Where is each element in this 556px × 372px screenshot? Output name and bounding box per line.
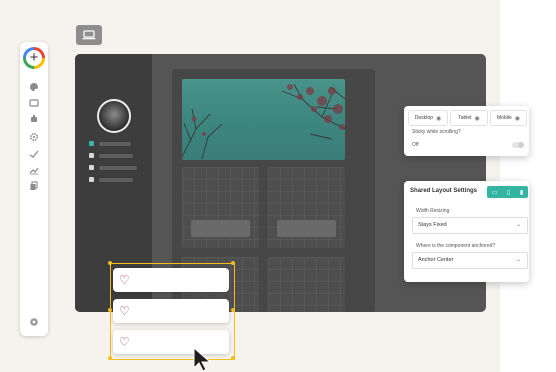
chevron-down-icon: ⌄ <box>515 257 521 263</box>
anchor-select[interactable]: Anchor Center ⌄ <box>412 252 528 269</box>
width-select[interactable]: Stays Fixed ⌄ <box>412 217 528 234</box>
viewport-switcher[interactable]: ▭ ▯ ▮ <box>487 186 528 198</box>
editor-toolbar: + <box>20 42 48 336</box>
hero-image <box>182 79 345 160</box>
heart-icon[interactable]: ♡ <box>119 304 130 318</box>
favorite-card[interactable]: ♡ <box>113 268 229 292</box>
chat-icon <box>89 165 94 170</box>
laptop-view-button[interactable] <box>76 25 102 45</box>
content-card[interactable] <box>268 167 345 248</box>
tab-desktop[interactable]: Desktop ◉ <box>408 110 448 126</box>
chevron-down-icon: ⌄ <box>515 222 521 228</box>
panel-title: Shared Layout Settings <box>410 188 478 194</box>
sticky-toggle-value: Off <box>412 142 419 148</box>
resize-handle[interactable] <box>231 356 235 360</box>
sticky-toggle[interactable] <box>512 142 524 148</box>
heart-icon[interactable]: ♡ <box>119 335 130 349</box>
help-icon[interactable] <box>28 317 40 329</box>
settings-icon[interactable] <box>28 132 40 144</box>
cursor-arrow-icon <box>193 346 212 372</box>
sticky-label: Sticky while scrolling? <box>412 129 461 135</box>
anchor-label: Where is the component anchored? <box>416 243 496 249</box>
favorite-card[interactable]: ♡ <box>113 299 229 323</box>
width-label: Width Resizing <box>416 208 450 214</box>
responsive-panel: Desktop ◉ Tablet ◉ Mobile ◉ Sticky while sc… <box>404 106 529 156</box>
eye-icon: ◉ <box>514 115 520 122</box>
analytics-icon[interactable] <box>28 165 40 177</box>
copy-icon[interactable] <box>28 181 40 193</box>
desktop-icon[interactable]: ▭ <box>492 189 498 196</box>
profile-icon <box>89 177 94 182</box>
tablet-icon[interactable]: ▯ <box>507 189 510 196</box>
add-plus-glyph: + <box>29 49 39 66</box>
check-icon[interactable] <box>28 149 40 161</box>
resize-handle[interactable] <box>108 356 112 360</box>
resize-handle[interactable] <box>231 308 235 312</box>
laptop-icon <box>82 30 96 40</box>
search-icon <box>89 153 94 158</box>
resize-handle[interactable] <box>108 308 112 312</box>
palette-icon[interactable] <box>28 82 40 94</box>
eye-icon: ◉ <box>474 115 480 122</box>
content-card[interactable] <box>182 167 259 248</box>
resize-handle[interactable] <box>108 261 112 265</box>
tab-mobile[interactable]: Mobile ◉ <box>490 110 527 126</box>
mobile-icon[interactable]: ▮ <box>520 189 523 196</box>
sync-icon[interactable] <box>28 114 40 126</box>
resize-handle[interactable] <box>231 261 235 265</box>
content-card[interactable] <box>268 257 345 312</box>
layout-settings-panel: Shared Layout Settings ▭ ▯ ▮ Width Resiz… <box>404 181 529 282</box>
avatar[interactable] <box>97 99 131 133</box>
heart-icon[interactable]: ♡ <box>119 273 130 287</box>
tab-tablet[interactable]: Tablet ◉ <box>450 110 488 126</box>
layout-icon[interactable] <box>28 98 40 110</box>
grid-icon <box>89 141 94 146</box>
eye-icon: ◉ <box>436 115 442 122</box>
